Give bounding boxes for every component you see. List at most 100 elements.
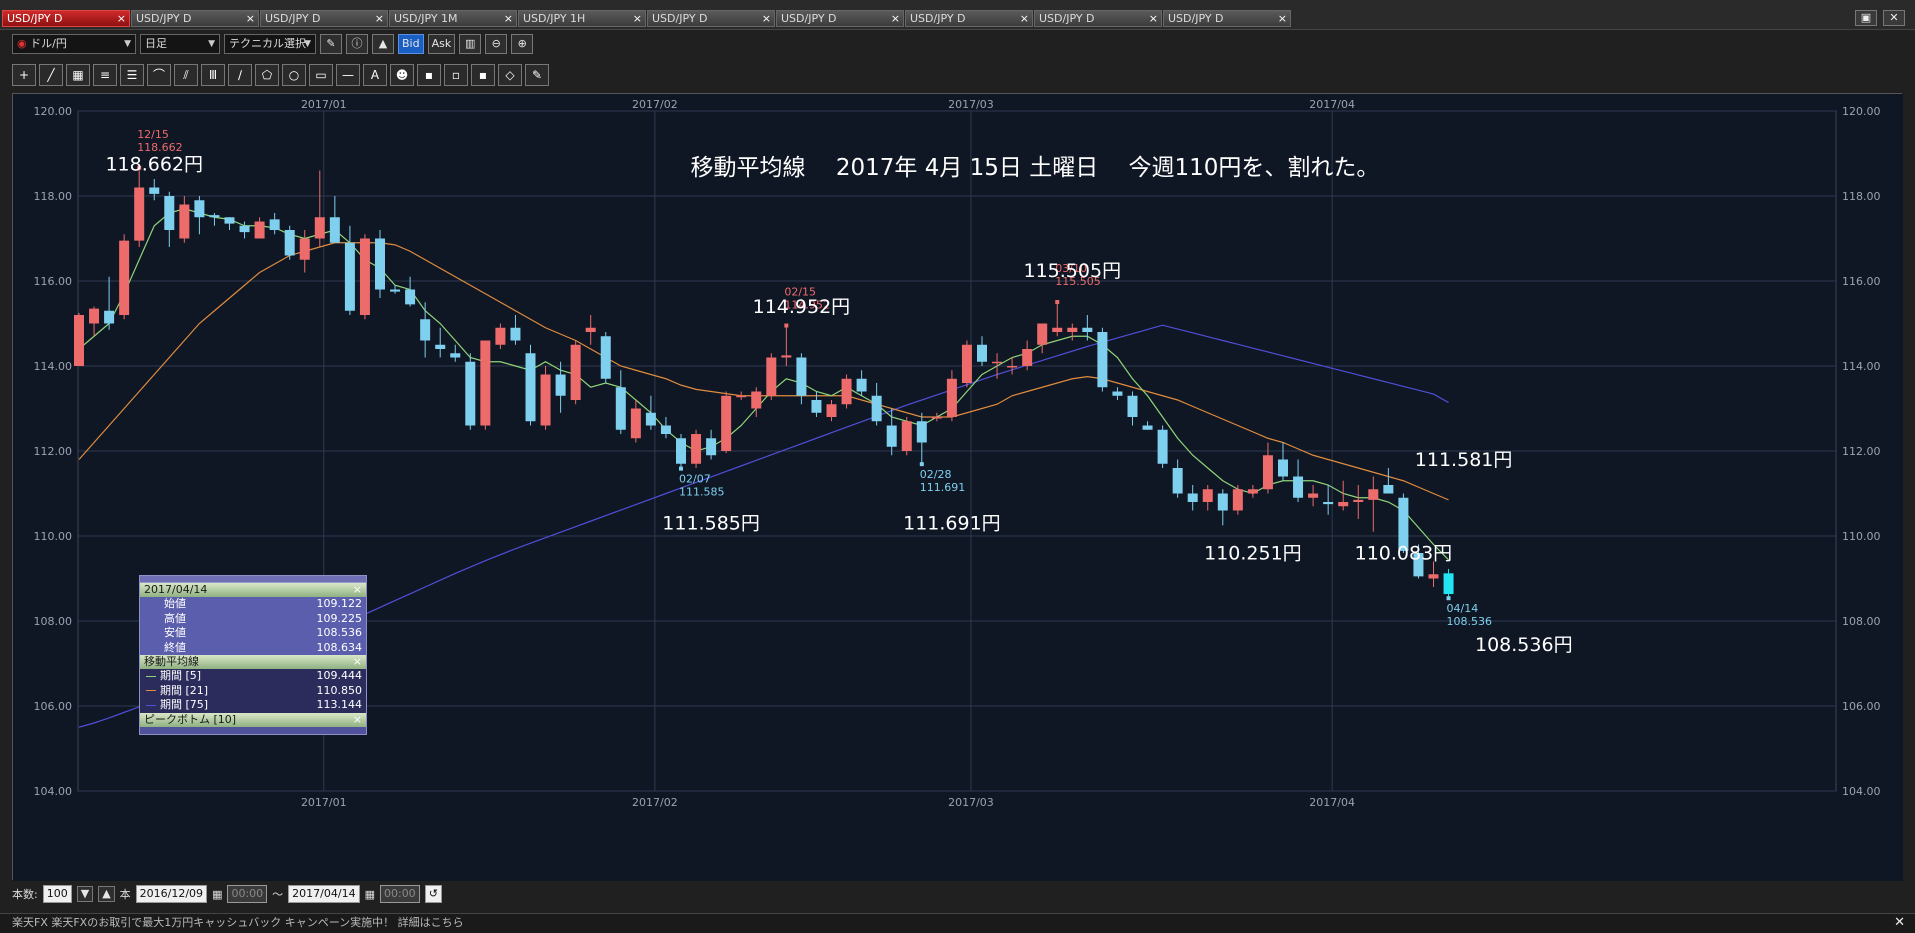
drawing-tool-icon[interactable]: ○ — [282, 64, 306, 86]
chart-tab[interactable]: USD/JPY D × — [776, 10, 904, 27]
restore-icon[interactable]: ▣ — [1855, 10, 1877, 26]
drawing-tool-icon[interactable]: ▭ — [309, 64, 333, 86]
close-icon[interactable]: ✕ — [1894, 914, 1905, 932]
tab-label: USD/JPY D — [136, 12, 192, 25]
candle-body — [916, 421, 927, 443]
ohlc-value: 108.634 — [316, 640, 363, 654]
mountain-chart-icon[interactable]: ▲ — [372, 34, 394, 54]
pen-icon[interactable]: ✎ — [320, 34, 342, 54]
candle-body — [751, 391, 762, 409]
technical-select[interactable]: テクニカル選択 ▼ — [224, 34, 316, 54]
start-time-input[interactable]: 00:00 — [227, 885, 268, 903]
chart-tab[interactable]: USD/JPY 1H × — [518, 10, 646, 27]
chart-tab[interactable]: USD/JPY D × — [647, 10, 775, 27]
drag-handle[interactable] — [140, 576, 366, 583]
candlestick-chart[interactable]: 120.00 120.00 118.00 118.00 116.00 116.00 114.… — [13, 94, 1903, 881]
candle-body — [555, 374, 566, 396]
peak-section-header: ピークボトム [10] × — [140, 712, 366, 727]
drawing-tool-icon[interactable]: ▪ — [417, 64, 441, 86]
drawing-tool-icon[interactable]: ☰ — [120, 64, 144, 86]
close-icon[interactable]: × — [762, 11, 771, 26]
zoom-out-icon[interactable]: ⊖ — [485, 34, 508, 54]
price-annotation: 118.662円 — [105, 154, 203, 176]
price-annotation: 115.505円 — [1024, 260, 1122, 282]
candle-body — [119, 240, 130, 315]
drawing-tool-icon[interactable]: ▫ — [444, 64, 468, 86]
candle-body — [149, 187, 160, 194]
close-window-icon[interactable]: ✕ — [1883, 10, 1905, 26]
close-icon[interactable]: × — [633, 11, 642, 26]
close-icon[interactable]: × — [1020, 11, 1029, 26]
start-date-input[interactable]: 2016/12/09 — [135, 885, 208, 903]
refresh-icon[interactable]: ↺ — [424, 885, 442, 903]
flag-icon: ◉ — [17, 37, 27, 50]
candle-body — [314, 217, 325, 239]
close-icon[interactable]: × — [504, 11, 513, 26]
close-icon[interactable]: × — [375, 11, 384, 26]
drawing-tool-icon[interactable]: ▪ — [471, 64, 495, 86]
currency-pair-select[interactable]: ◉ ドル/円 ▼ — [12, 34, 136, 54]
close-icon[interactable]: × — [246, 11, 255, 26]
bid-button[interactable]: Bid — [398, 34, 424, 54]
chart-tab[interactable]: USD/JPY D × — [260, 10, 388, 27]
close-icon[interactable]: × — [353, 655, 362, 669]
candle-body — [946, 378, 957, 417]
timeframe-value: 日足 — [145, 37, 167, 50]
chevron-down-icon[interactable]: ▼ — [76, 886, 94, 902]
chart-tab[interactable]: USD/JPY D × — [1163, 10, 1291, 27]
drawing-tool-icon[interactable]: + — [12, 64, 36, 86]
drawing-tool-icon[interactable]: ▦ — [66, 64, 90, 86]
indicator-icon[interactable]: ▥ — [459, 34, 482, 54]
end-date-input[interactable]: 2017/04/14 — [288, 885, 360, 903]
end-time-input[interactable]: 00:00 — [379, 885, 420, 903]
chart-tab[interactable]: USD/JPY D × — [131, 10, 259, 27]
close-icon[interactable]: × — [1149, 11, 1158, 26]
drawing-tool-icon[interactable]: Ⅲ — [201, 64, 225, 86]
calendar-icon[interactable]: ▦ — [365, 888, 375, 901]
price-annotation: 111.691円 — [903, 513, 1001, 535]
candle-body — [796, 357, 807, 396]
chart-tab[interactable]: USD/JPY 1M × — [389, 10, 517, 27]
drawing-tool-icon[interactable]: ╱ — [39, 64, 63, 86]
chart-panel[interactable]: 120.00 120.00 118.00 118.00 116.00 116.00 114.… — [12, 93, 1903, 881]
ohlc-label: 始値 — [164, 597, 186, 610]
close-icon[interactable]: × — [117, 11, 126, 26]
count-input[interactable]: 100 — [42, 885, 72, 903]
drawing-tool-icon[interactable]: ⌒ — [147, 64, 171, 86]
chart-tab[interactable]: USD/JPY D × — [1034, 10, 1162, 27]
calendar-icon[interactable]: ▦ — [212, 888, 222, 901]
count-unit: 本 — [119, 888, 131, 901]
candle-body — [495, 327, 506, 345]
timeframe-select[interactable]: 日足 ▼ — [140, 34, 220, 54]
status-text[interactable]: 楽天FX 楽天FXのお取引で最大1万円キャッシュバック キャンペーン実施中！ 詳… — [12, 916, 464, 929]
ask-button[interactable]: Ask — [427, 34, 456, 54]
ohlc-value: 108.536 — [316, 626, 363, 639]
drawing-tool-icon[interactable]: A — [363, 64, 387, 86]
chevron-up-icon[interactable]: ▲ — [98, 886, 115, 902]
zoom-in-icon[interactable]: ⊕ — [511, 34, 534, 54]
close-icon[interactable]: × — [1278, 11, 1287, 26]
chart-tab[interactable]: USD/JPY D × — [905, 10, 1033, 27]
close-icon[interactable]: × — [891, 11, 900, 26]
drawing-tool-icon[interactable]: ✎ — [525, 64, 549, 86]
close-icon[interactable]: × — [353, 713, 362, 727]
data-window[interactable]: 2017/04/14 × 始値 109.122 高値 109.225 安値 108.536… — [139, 575, 367, 735]
drawing-tool-icon[interactable]: ∕ — [228, 64, 252, 86]
line-swatch — [146, 690, 156, 692]
info-icon[interactable]: ⓘ — [346, 34, 368, 54]
candle-body — [1338, 502, 1349, 507]
chart-tab[interactable]: USD/JPY D × — [2, 10, 130, 27]
drawing-tool-icon[interactable]: ◇ — [498, 64, 522, 86]
candle-body — [1097, 332, 1108, 388]
drawing-tool-icon[interactable]: — — [336, 64, 360, 86]
chevron-down-icon: ▼ — [208, 39, 215, 49]
candle-body — [826, 404, 837, 417]
drawing-tool-icon[interactable]: ≡ — [93, 64, 117, 86]
drawing-tool-icon[interactable]: ⫽ — [174, 64, 198, 86]
peak-marker — [1446, 596, 1451, 601]
drawing-tool-icon[interactable]: ⬠ — [255, 64, 279, 86]
candle-body — [450, 353, 461, 358]
ma-value: 113.144 — [316, 698, 363, 711]
drawing-tool-icon[interactable]: ☻ — [390, 64, 414, 86]
close-icon[interactable]: × — [353, 583, 362, 597]
